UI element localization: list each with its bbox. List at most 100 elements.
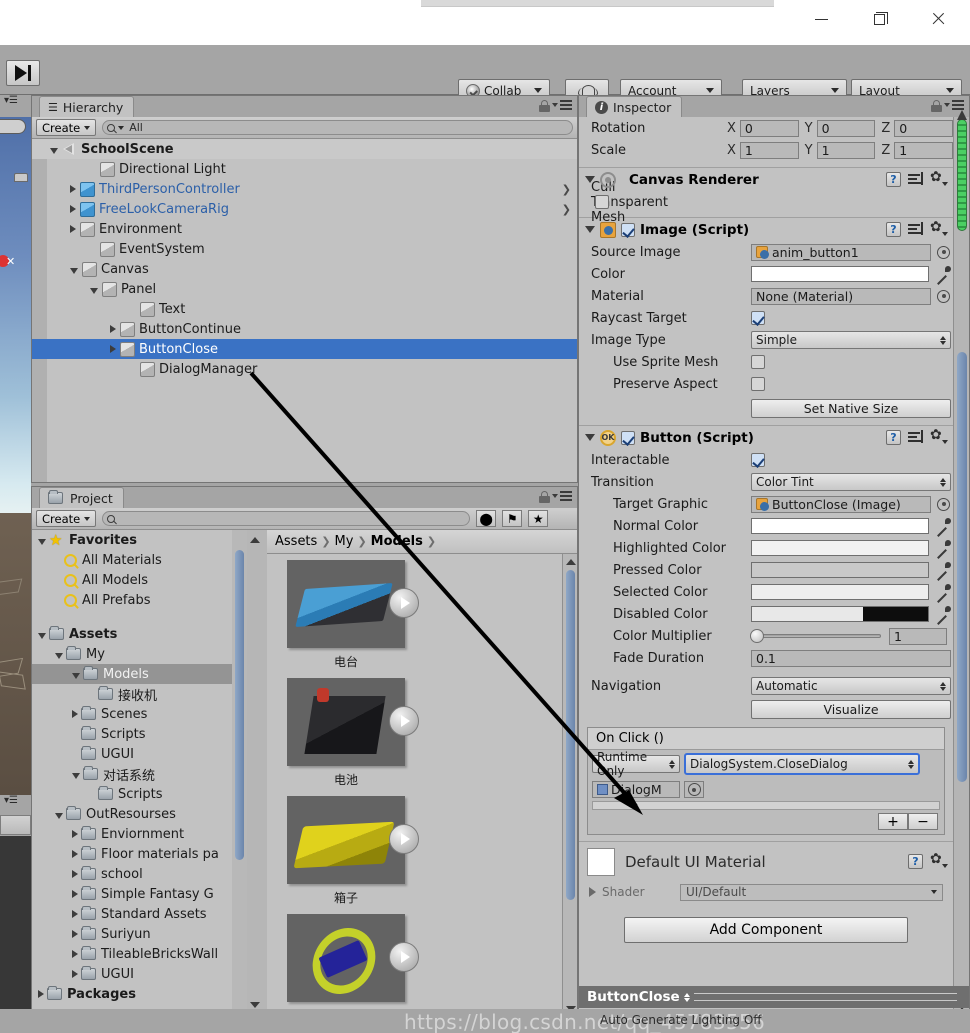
project-tree-item-outresourses[interactable]: OutResourses — [32, 804, 247, 824]
project-tree-item-standard-assets[interactable]: Standard Assets — [32, 904, 247, 924]
eyedropper-icon[interactable] — [935, 518, 951, 534]
scene-menu-icon[interactable]: ▾☰ — [4, 95, 18, 106]
console-panel-sliver[interactable]: ▾☰ — [0, 795, 31, 1033]
foldout-icon[interactable] — [585, 226, 595, 233]
project-tree-item-接收机[interactable]: 接收机 — [32, 684, 247, 704]
prefab-open-icon[interactable]: ❯ — [562, 183, 571, 196]
hierarchy-item-canvas[interactable]: Canvas — [32, 259, 577, 279]
project-tree-item-all-prefabs[interactable]: All Prefabs — [32, 590, 247, 610]
asset-preview-play-button[interactable] — [389, 824, 419, 854]
eyedropper-icon[interactable] — [935, 540, 951, 556]
asset-thumbnail[interactable] — [287, 560, 419, 648]
project-tree-item-floor-materials-pa[interactable]: Floor materials pa — [32, 844, 247, 864]
disabled-color-swatch[interactable] — [751, 606, 929, 622]
scrollbar-thumb-green[interactable] — [957, 119, 967, 231]
breadcrumb-models[interactable]: Models — [371, 534, 423, 549]
rotation-y-input[interactable]: 0 — [816, 119, 876, 137]
eyedropper-icon[interactable] — [935, 266, 951, 282]
project-tree-item-all-models[interactable]: All Models — [32, 570, 247, 590]
visualize-button[interactable]: Visualize — [751, 699, 951, 719]
foldout-icon[interactable] — [70, 267, 78, 274]
hierarchy-item-text[interactable]: Text — [32, 299, 577, 319]
object-picker-button[interactable] — [684, 781, 704, 798]
navigation-dropdown[interactable]: Automatic — [751, 677, 951, 695]
lock-icon[interactable] — [539, 491, 550, 503]
cull-transparent-mesh-checkbox[interactable] — [595, 195, 609, 209]
asset-item[interactable]: 电台 — [287, 560, 419, 670]
image-type-dropdown[interactable]: Simple — [751, 331, 951, 349]
foldout-icon[interactable] — [38, 990, 44, 998]
scrollbar-thumb[interactable] — [566, 570, 575, 900]
foldout-icon[interactable] — [110, 325, 116, 333]
project-search-input[interactable] — [102, 511, 471, 526]
foldout-icon[interactable] — [72, 890, 78, 898]
foldout-icon[interactable] — [72, 772, 80, 779]
foldout-icon[interactable] — [55, 812, 63, 819]
foldout-icon[interactable] — [38, 538, 46, 545]
filter-by-label-icon[interactable]: ⚑ — [502, 510, 523, 527]
foldout-icon[interactable] — [70, 205, 76, 213]
scrollbar-thumb[interactable] — [957, 352, 967, 782]
breadcrumb[interactable]: Assets ❯ My ❯ Models ❯ — [267, 530, 577, 554]
event-mode-dropdown[interactable]: Runtime Only — [592, 750, 680, 778]
hierarchy-item-thirdpersoncontroller[interactable]: ThirdPersonController ❯ — [32, 179, 577, 199]
project-tree-item-models[interactable]: Models — [32, 664, 247, 684]
foldout-icon[interactable] — [110, 345, 116, 353]
project-tree-item-simple-fantasy-g[interactable]: Simple Fantasy G — [32, 884, 247, 904]
asset-thumbnail[interactable] — [287, 796, 419, 884]
fade-duration-input[interactable]: 0.1 — [751, 649, 951, 667]
scroll-up-icon[interactable] — [249, 534, 260, 545]
pressed-color-swatch[interactable] — [751, 562, 929, 578]
scroll-up-icon[interactable] — [565, 556, 576, 567]
preset-icon[interactable] — [908, 430, 923, 445]
selected-color-swatch[interactable] — [751, 584, 929, 600]
remove-event-button[interactable]: − — [908, 813, 938, 830]
foldout-icon[interactable] — [38, 632, 46, 639]
hierarchy-item-panel[interactable]: Panel — [32, 279, 577, 299]
add-component-button[interactable]: Add Component — [624, 917, 908, 943]
window-close-button[interactable] — [915, 0, 961, 38]
project-tree-item-my[interactable]: My — [32, 644, 247, 664]
asset-item[interactable]: 门牌 — [287, 914, 419, 1016]
hierarchy-item-environment[interactable]: Environment — [32, 219, 577, 239]
favorite-star-icon[interactable]: ★ — [528, 510, 549, 527]
color-multiplier-input[interactable]: 1 — [889, 627, 947, 645]
asset-preview-play-button[interactable] — [389, 706, 419, 736]
scrollbar-thumb[interactable] — [235, 550, 244, 860]
foldout-icon[interactable] — [70, 185, 76, 193]
foldout-icon[interactable] — [589, 887, 596, 897]
help-icon[interactable]: ? — [886, 222, 901, 237]
asset-preview-play-button[interactable] — [389, 942, 419, 972]
project-splitter[interactable] — [247, 530, 267, 1032]
project-tree-item-enviornment[interactable]: Enviornment — [32, 824, 247, 844]
inspector-menu-button[interactable] — [944, 100, 964, 110]
preset-icon[interactable] — [908, 172, 923, 187]
breadcrumb-assets[interactable]: Assets — [275, 534, 317, 549]
shader-dropdown[interactable]: UI/Default — [680, 883, 943, 901]
foldout-icon[interactable] — [70, 225, 76, 233]
step-button[interactable] — [6, 60, 40, 86]
project-tree-item-all-materials[interactable]: All Materials — [32, 550, 247, 570]
component-header-image-script[interactable]: Image (Script) ? — [579, 217, 953, 241]
help-icon[interactable]: ? — [886, 172, 901, 187]
hierarchy-item-directional-light[interactable]: Directional Light — [32, 159, 577, 179]
project-create-button[interactable]: Create — [36, 510, 97, 527]
object-picker-icon[interactable] — [937, 497, 950, 511]
image-color-swatch[interactable] — [751, 266, 929, 282]
hierarchy-menu-button[interactable] — [552, 100, 572, 110]
hierarchy-item-buttonclose[interactable]: ButtonClose — [32, 339, 577, 359]
image-enabled-checkbox[interactable] — [621, 222, 635, 237]
hierarchy-item-dialogmanager[interactable]: DialogManager — [32, 359, 577, 379]
foldout-icon[interactable] — [72, 950, 78, 958]
asset-preview-play-button[interactable] — [389, 588, 419, 618]
scene-view-sliver[interactable]: ▾☰ ✕ — [0, 95, 31, 795]
material-input[interactable]: None (Material) — [751, 287, 931, 305]
window-maximize-button[interactable] — [856, 0, 902, 38]
event-function-dropdown[interactable]: DialogSystem.CloseDialog — [684, 753, 920, 775]
project-tree-item-scripts[interactable]: Scripts — [32, 784, 247, 804]
scale-y-input[interactable]: 1 — [816, 141, 876, 159]
foldout-icon[interactable] — [90, 287, 98, 294]
project-tree-item-ugui[interactable]: UGUI — [32, 744, 247, 764]
project-tree-item-assets[interactable]: Assets — [32, 624, 247, 644]
foldout-icon[interactable] — [72, 870, 78, 878]
